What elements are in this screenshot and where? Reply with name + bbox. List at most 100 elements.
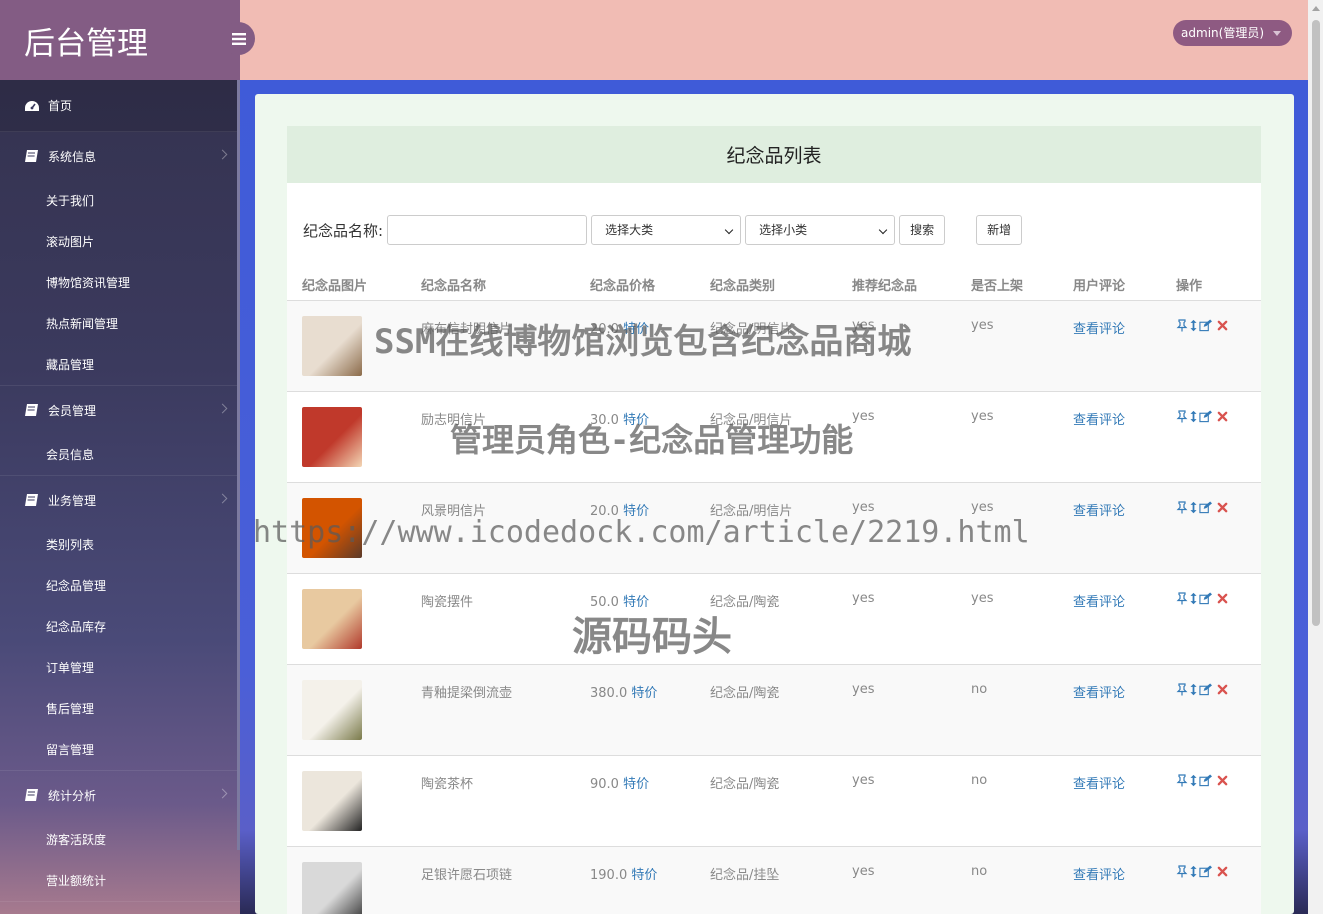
row-actions [1176, 774, 1228, 787]
sidebar-item-museum-news[interactable]: 博物馆资讯管理 [0, 262, 240, 303]
subcategory-select-value: 选择小类 [759, 223, 808, 237]
chevron-right-icon [217, 788, 228, 799]
category-select-value: 选择大类 [605, 223, 654, 237]
page-scrollbar[interactable] [1308, 0, 1323, 914]
column-header: 纪念品价格 [590, 279, 656, 294]
view-reviews-link[interactable]: 查看评论 [1073, 409, 1125, 428]
pin-icon[interactable] [1176, 410, 1188, 423]
recommend-flag: yes [852, 682, 875, 697]
sidebar-item-hot-news[interactable]: 热点新闻管理 [0, 303, 240, 344]
sidebar-item-visitor-activity[interactable]: 游客活跃度 [0, 819, 240, 860]
sidebar-item-categories[interactable]: 类别列表 [0, 524, 240, 565]
souvenir-thumbnail [302, 407, 362, 467]
scrollbar-thumb[interactable] [1312, 20, 1320, 626]
edit-icon[interactable] [1199, 592, 1212, 605]
delete-icon[interactable] [1217, 501, 1228, 514]
delete-icon[interactable] [1217, 774, 1228, 787]
delete-icon[interactable] [1217, 683, 1228, 696]
table-body: 麻布信封明信片 20.0 特价 纪念品/明信片 yes yes 查看评论 励志明… [287, 301, 1261, 914]
add-button[interactable]: 新增 [976, 215, 1023, 245]
edit-icon[interactable] [1199, 683, 1212, 696]
view-reviews-link[interactable]: 查看评论 [1073, 864, 1125, 883]
souvenir-name-input[interactable] [387, 215, 588, 245]
sidebar-group-toggle-members[interactable]: 会员管理 [0, 386, 240, 434]
scroll-up-icon[interactable] [1312, 6, 1320, 11]
sort-icon[interactable] [1190, 774, 1197, 787]
sidebar-toggle-button[interactable] [222, 22, 255, 55]
sort-icon[interactable] [1190, 592, 1197, 605]
sort-icon[interactable] [1190, 683, 1197, 696]
sidebar-item-after-sales[interactable]: 售后管理 [0, 688, 240, 729]
souvenir-category: 纪念品/陶瓷 [710, 777, 780, 792]
row-actions [1176, 683, 1228, 696]
sort-icon[interactable] [1190, 319, 1197, 332]
special-price-tag: 特价 [623, 777, 650, 792]
sidebar-item-carousel[interactable]: 滚动图片 [0, 221, 240, 262]
sidebar-group-toggle-system[interactable]: 系统信息 [0, 132, 240, 180]
sidebar-item-orders[interactable]: 订单管理 [0, 647, 240, 688]
souvenir-thumbnail [302, 771, 362, 831]
sort-icon[interactable] [1190, 865, 1197, 878]
top-header: admin(管理员) [240, 0, 1308, 80]
row-actions [1176, 501, 1228, 514]
chevron-right-icon [217, 403, 228, 414]
category-select[interactable]: 选择大类 [591, 215, 742, 245]
special-price-tag: 特价 [631, 686, 658, 701]
pin-icon[interactable] [1176, 683, 1188, 696]
delete-icon[interactable] [1217, 592, 1228, 605]
sidebar-item-home[interactable]: 首页 [0, 80, 240, 132]
sidebar-group-toggle-stats[interactable]: 统计分析 [0, 771, 240, 819]
pin-icon[interactable] [1176, 774, 1188, 787]
dashboard-icon [24, 99, 40, 113]
sidebar-group-toggle-business[interactable]: 业务管理 [0, 476, 240, 524]
sidebar-item-about[interactable]: 关于我们 [0, 180, 240, 221]
view-reviews-link[interactable]: 查看评论 [1073, 773, 1125, 792]
view-reviews-link[interactable]: 查看评论 [1073, 682, 1125, 701]
user-menu-button[interactable]: admin(管理员) [1173, 20, 1292, 46]
edit-icon[interactable] [1199, 410, 1212, 423]
column-header: 用户评论 [1073, 279, 1126, 294]
view-reviews-link[interactable]: 查看评论 [1073, 318, 1125, 337]
souvenir-thumbnail [302, 589, 362, 649]
view-reviews-link[interactable]: 查看评论 [1073, 591, 1125, 610]
sort-icon[interactable] [1190, 501, 1197, 514]
sidebar-item-revenue-stats[interactable]: 营业额统计 [0, 860, 240, 901]
souvenir-category: 纪念品/陶瓷 [710, 686, 780, 701]
souvenir-name: 陶瓷茶杯 [421, 777, 474, 792]
column-header: 纪念品图片 [302, 279, 368, 294]
sidebar-item-souvenirs[interactable]: 纪念品管理 [0, 565, 240, 606]
edit-icon[interactable] [1199, 319, 1212, 332]
sidebar-item-stock[interactable]: 纪念品库存 [0, 606, 240, 647]
recommend-flag: yes [852, 864, 875, 879]
pin-icon[interactable] [1176, 319, 1188, 332]
sidebar-nav: 首页 系统信息 关于我们 滚动图片 博物馆资讯管理 热点新闻管理 藏品管理 会员… [0, 80, 240, 902]
sidebar-item-member-info[interactable]: 会员信息 [0, 434, 240, 475]
delete-icon[interactable] [1217, 410, 1228, 423]
delete-icon[interactable] [1217, 865, 1228, 878]
souvenir-name: 青釉提梁倒流壶 [421, 686, 513, 701]
pin-icon[interactable] [1176, 865, 1188, 878]
souvenir-price: 380.0 特价 [590, 682, 657, 701]
souvenir-name: 陶瓷摆件 [421, 595, 474, 610]
sidebar-item-collections[interactable]: 藏品管理 [0, 344, 240, 385]
delete-icon[interactable] [1217, 319, 1228, 332]
sort-icon[interactable] [1190, 410, 1197, 423]
book-icon [24, 149, 40, 163]
sidebar-item-label: 首页 [48, 99, 73, 113]
pin-icon[interactable] [1176, 501, 1188, 514]
pin-icon[interactable] [1176, 592, 1188, 605]
watermark-text: SSM在线博物馆浏览包含纪念品商城 [374, 322, 912, 362]
view-reviews-link[interactable]: 查看评论 [1073, 500, 1125, 519]
edit-icon[interactable] [1199, 501, 1212, 514]
sidebar-item-messages[interactable]: 留言管理 [0, 729, 240, 770]
edit-icon[interactable] [1199, 865, 1212, 878]
sidebar-group-system: 系统信息 关于我们 滚动图片 博物馆资讯管理 热点新闻管理 藏品管理 [0, 132, 240, 386]
subcategory-select[interactable]: 选择小类 [745, 215, 896, 245]
special-price-tag: 特价 [631, 868, 658, 883]
recommend-flag: yes [852, 773, 875, 788]
search-button[interactable]: 搜索 [899, 215, 946, 245]
edit-icon[interactable] [1199, 774, 1212, 787]
on-sale-flag: yes [971, 591, 994, 606]
sidebar-group-members: 会员管理 会员信息 [0, 386, 240, 476]
sidebar-group-business: 业务管理 类别列表 纪念品管理 纪念品库存 订单管理 售后管理 留言管理 [0, 476, 240, 771]
